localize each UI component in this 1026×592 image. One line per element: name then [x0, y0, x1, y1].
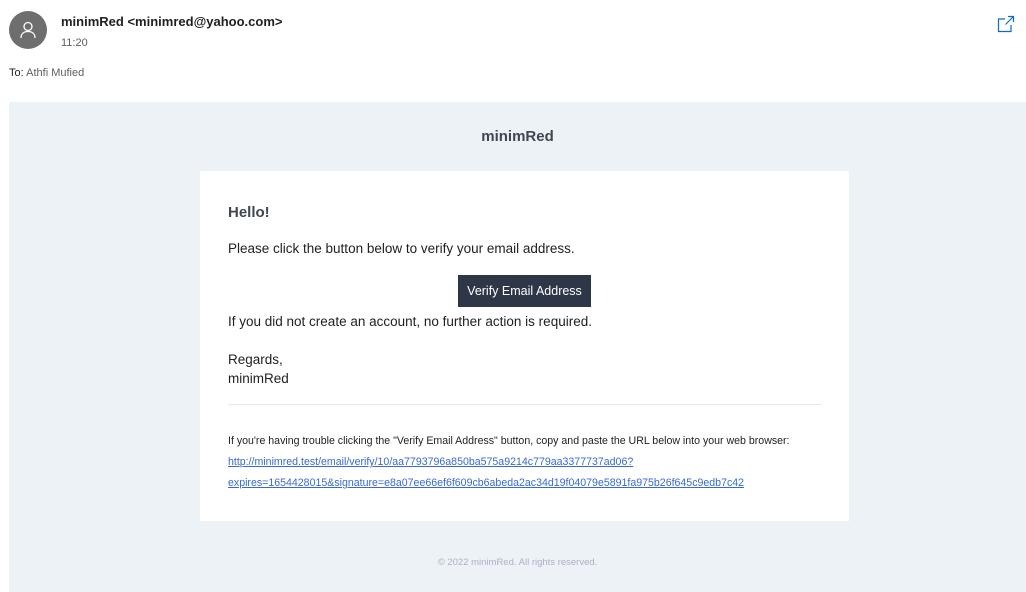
regards-text: Regards, — [228, 352, 283, 367]
sender-name: minimRed — [61, 14, 124, 29]
verify-url-link[interactable]: http://minimred.test/email/verify/10/aa7… — [228, 456, 744, 489]
sender-avatar[interactable] — [9, 11, 47, 49]
signature-text: minimRed — [228, 371, 289, 386]
greeting-heading: Hello! — [228, 204, 270, 221]
recipients-line: To: Athfi Mufied — [9, 67, 84, 79]
no-action-text: If you did not create an account, no fur… — [228, 314, 592, 329]
footer-copyright: © 2022 minimRed. All rights reserved. — [437, 557, 598, 568]
closing: Regards, minimRed — [228, 350, 289, 388]
subcopy: If you're having trouble clicking the "V… — [228, 431, 828, 494]
popout-button[interactable] — [995, 13, 1017, 35]
email-body-wrapper: minimRed Hello! Please click the button … — [9, 102, 1026, 592]
to-label: To: — [9, 67, 24, 79]
recipient-name[interactable]: Athfi Mufied — [26, 67, 84, 79]
popout-icon — [997, 15, 1015, 33]
intro-text: Please click the button below to verify … — [228, 241, 575, 256]
verify-email-button[interactable]: Verify Email Address — [458, 275, 591, 307]
email-card: Hello! Please click the button below to … — [200, 171, 849, 521]
received-time: 11:20 — [61, 37, 88, 49]
person-icon — [20, 21, 36, 39]
sender-email: <minimred@yahoo.com> — [127, 14, 283, 29]
sender-line[interactable]: minimRed <minimred@yahoo.com> — [61, 14, 282, 29]
divider — [228, 404, 821, 405]
subcopy-text: If you're having trouble clicking the "V… — [228, 435, 790, 447]
email-header: minimRed <minimred@yahoo.com> 11:20 To: … — [0, 0, 1026, 100]
brand-link[interactable]: minimRed — [9, 128, 1026, 145]
